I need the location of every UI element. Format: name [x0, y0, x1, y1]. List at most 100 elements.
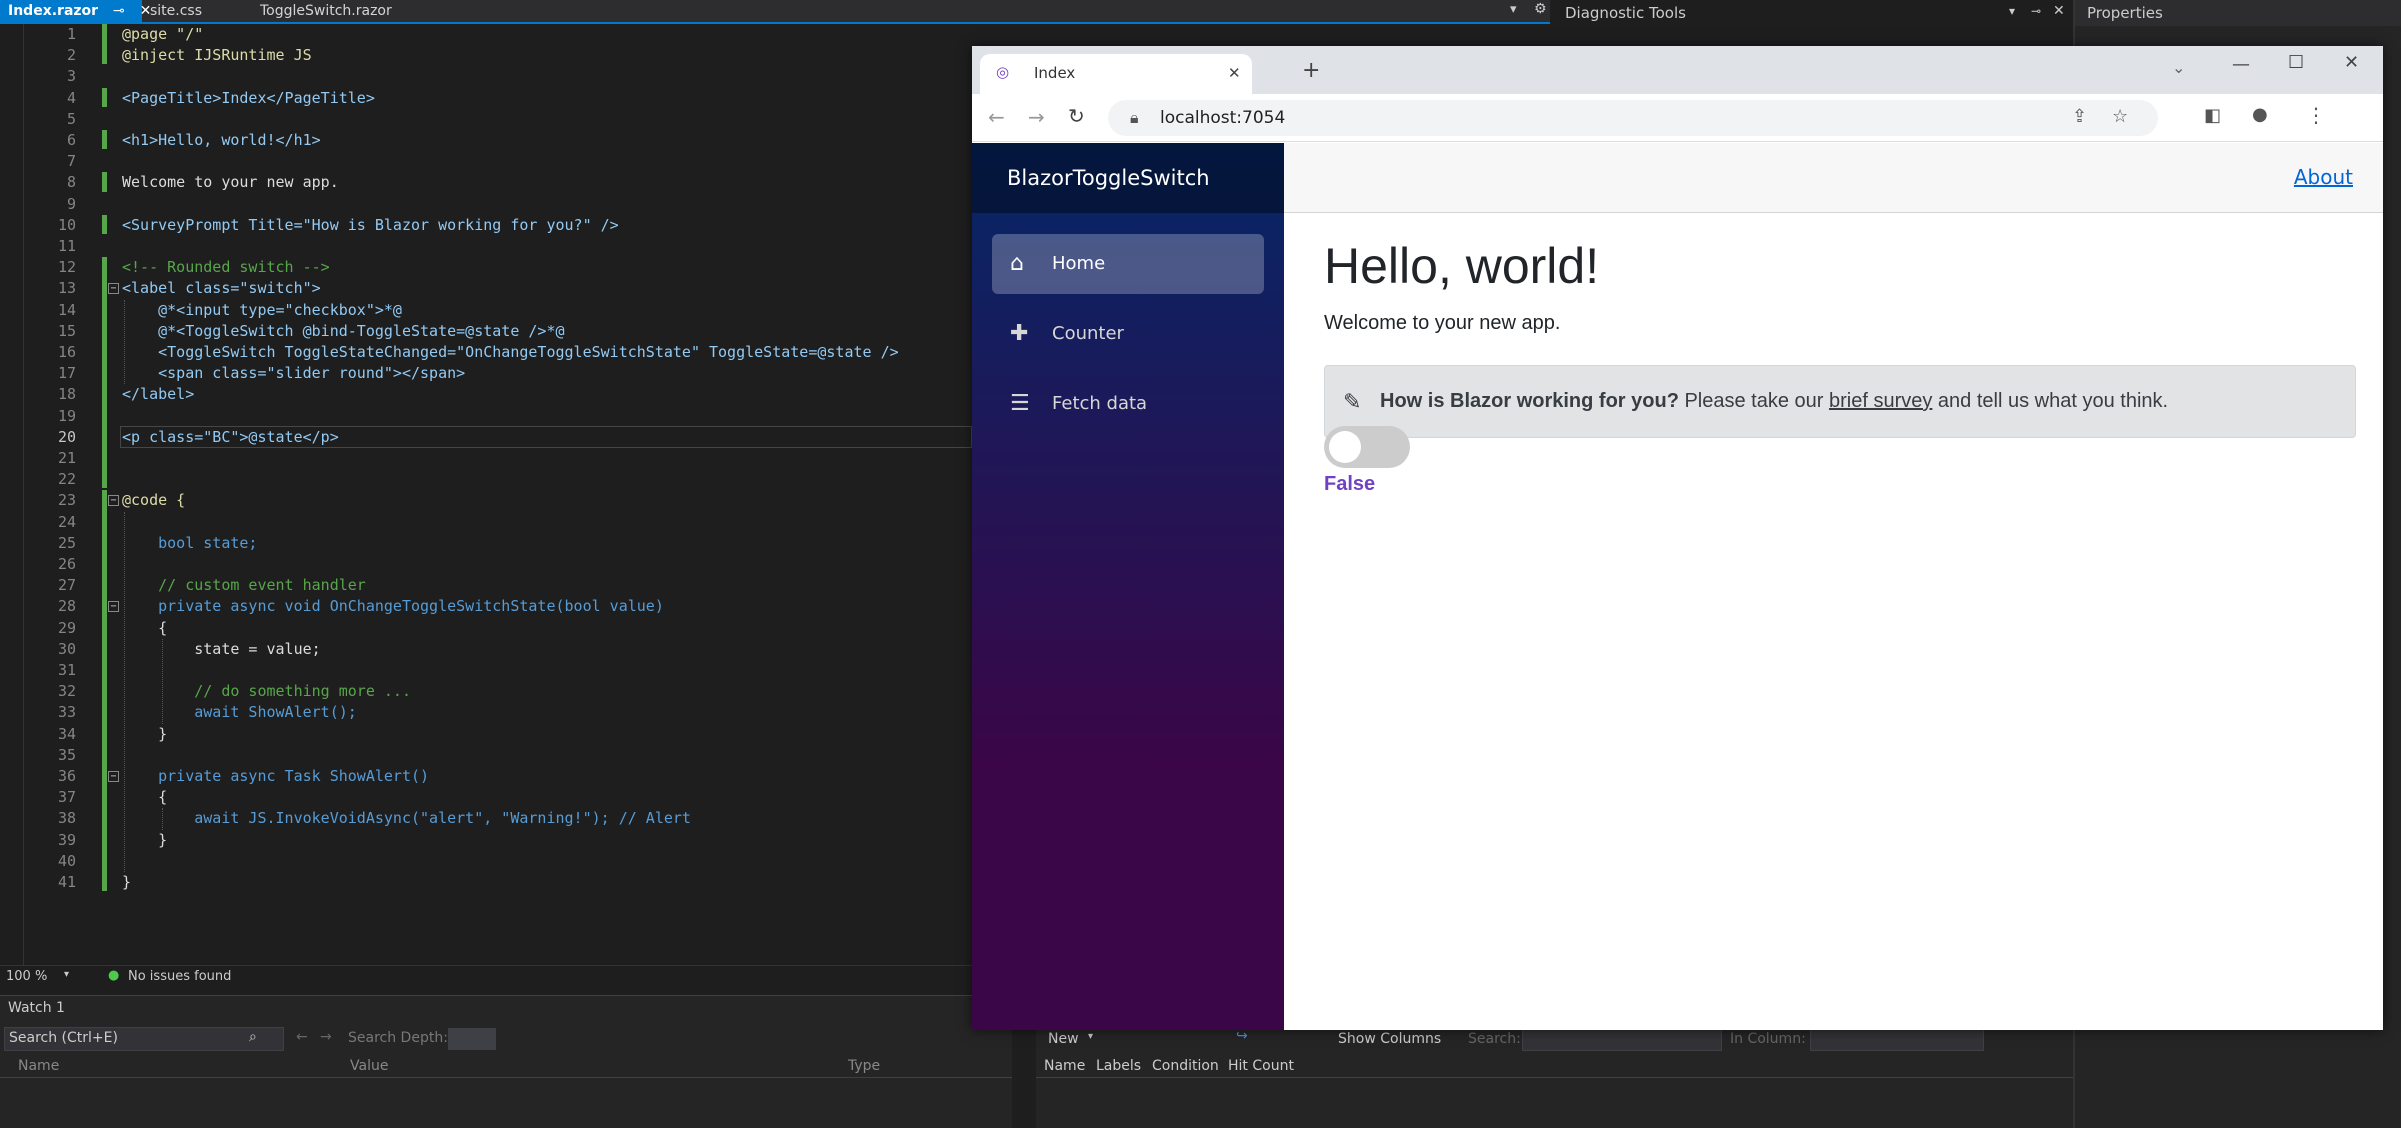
chevron-down-icon[interactable]: ⌄ — [2172, 58, 2185, 77]
line-number: 32 — [57, 682, 76, 701]
tab-title: Index — [1034, 64, 1076, 82]
back-arrow-icon[interactable]: ← — [988, 105, 1005, 129]
profile-icon[interactable]: ● — [2252, 104, 2268, 125]
editor-status-bar: 100 % ▾ ● No issues found — [0, 965, 972, 987]
maximize-icon[interactable]: ☐ — [2288, 52, 2304, 73]
change-indicator — [102, 214, 107, 234]
breakpoints-panel: New ▾ ↪ Show Columns Search: In Column: … — [1036, 1020, 2073, 1128]
forward-arrow-icon[interactable]: → — [1028, 105, 1045, 129]
indent-guide — [124, 299, 125, 385]
line-number: 41 — [57, 873, 76, 891]
home-icon: ⌂ — [1010, 251, 1024, 276]
app-sidebar: BlazorToggleSwitch ⌂ Home ✚ Counter ☰ Fe… — [972, 143, 1284, 1030]
nav-item-counter[interactable]: ✚ Counter — [992, 304, 1264, 364]
redo-icon[interactable]: ↪ — [1236, 1028, 1248, 1044]
back-arrow-icon[interactable]: ← — [296, 1029, 308, 1045]
tab-overflow-icon[interactable]: ▾ — [1510, 2, 1517, 17]
collapse-icon[interactable]: − — [108, 771, 119, 782]
code-line: // custom event handler — [122, 576, 366, 595]
in-column-label: In Column: — [1730, 1031, 1806, 1047]
line-number: 5 — [66, 109, 76, 128]
code-line: <SurveyPrompt Title="How is Blazor worki… — [122, 215, 619, 234]
line-number: 10 — [57, 215, 76, 234]
in-column-select[interactable] — [1810, 1029, 1984, 1051]
line-number: 11 — [57, 237, 76, 255]
close-window-icon[interactable]: ✕ — [2344, 52, 2359, 73]
indent-guide — [162, 638, 163, 724]
star-icon[interactable]: ☆ — [2112, 106, 2128, 127]
breakpoint-search-input[interactable] — [1522, 1029, 1722, 1051]
column-header[interactable]: Name — [1044, 1058, 1085, 1074]
lock-icon[interactable]: 🔒︎ — [1130, 108, 1139, 128]
collapse-icon[interactable]: − — [108, 495, 119, 507]
show-columns-button[interactable]: Show Columns — [1338, 1031, 1441, 1047]
toggle-switch[interactable] — [1324, 426, 1410, 468]
line-number: 29 — [57, 618, 76, 637]
column-header[interactable]: Labels — [1096, 1058, 1141, 1074]
new-tab-icon[interactable]: + — [1302, 58, 1320, 83]
share-icon[interactable]: ⇪ — [2072, 106, 2087, 127]
issues-status[interactable]: No issues found — [128, 969, 231, 984]
about-link[interactable]: About — [2294, 165, 2353, 189]
survey-link[interactable]: brief survey — [1829, 390, 1932, 412]
survey-text: and tell us what you think. — [1932, 390, 2169, 412]
line-number: 6 — [66, 131, 76, 149]
menu-dots-icon[interactable]: ⋮ — [2306, 103, 2326, 127]
state-text: False — [1324, 473, 1376, 495]
minimize-icon[interactable]: — — [2232, 54, 2250, 75]
code-line: private async void OnChangeToggleSwitchS… — [122, 597, 664, 616]
collapse-icon[interactable]: − — [108, 283, 119, 295]
survey-text: Please take our — [1678, 390, 1829, 412]
line-number: 21 — [57, 449, 76, 467]
change-indicator — [102, 490, 107, 892]
column-header[interactable]: Hit Count — [1228, 1058, 1294, 1074]
search-depth-select[interactable] — [448, 1028, 496, 1050]
pin-icon[interactable]: ⊸ — [2031, 4, 2041, 18]
zoom-level[interactable]: 100 % — [6, 969, 47, 984]
breakpoints-header: Name Labels Condition Hit Count — [1036, 1056, 2073, 1078]
code-line: <span class="slider round"></span> — [122, 364, 466, 383]
column-header[interactable]: Value — [350, 1058, 388, 1074]
address-bar[interactable]: 🔒︎ localhost:7054 ☆ ⇪ — [1108, 100, 2158, 136]
toggle-knob — [1329, 431, 1361, 463]
tab-toggleswitch-razor[interactable]: ToggleSwitch.razor — [252, 0, 442, 22]
code-line: @code { — [122, 491, 186, 510]
line-number: 9 — [66, 194, 76, 213]
tab-site-css[interactable]: site.css — [142, 0, 252, 22]
settings-icon[interactable]: ⚙ — [1534, 1, 1547, 17]
column-header[interactable]: Name — [18, 1058, 59, 1074]
code-line: <ToggleSwitch ToggleStateChanged="OnChan… — [122, 343, 899, 361]
url-text: localhost:7054 — [1160, 108, 1286, 128]
search-icon[interactable]: ⌕ — [249, 1029, 257, 1045]
code-line: } — [122, 830, 168, 849]
editor-margin — [0, 24, 24, 965]
chevron-down-icon[interactable]: ▾ — [1088, 1031, 1093, 1042]
chevron-down-icon[interactable]: ▾ — [2009, 4, 2015, 18]
reload-icon[interactable]: ↻ — [1068, 104, 1085, 128]
line-number: 36 — [57, 767, 76, 785]
line-number: 33 — [57, 703, 76, 722]
close-tab-icon[interactable]: ✕ — [1228, 64, 1241, 82]
side-panel-icon[interactable]: ◧ — [2204, 105, 2221, 126]
browser-tab-index[interactable]: ◎ Index ✕ — [980, 54, 1252, 94]
change-indicator — [102, 87, 107, 107]
line-number: 31 — [57, 661, 76, 679]
collapse-icon[interactable]: − — [108, 601, 119, 613]
survey-prompt: ✎ How is Blazor working for you? Please t… — [1324, 365, 2356, 438]
tab-index-razor[interactable]: Index.razor ⊸ ✕ — [0, 0, 151, 22]
code-editor[interactable]: 1 @page "/" 2 @inject IJSRuntime JS 3 4 <PageT… — [0, 24, 972, 965]
pin-icon[interactable]: ⊸ — [113, 3, 125, 19]
column-header[interactable]: Type — [848, 1058, 880, 1074]
nav-item-fetch-data[interactable]: ☰ Fetch data — [992, 374, 1264, 434]
column-header[interactable]: Condition — [1152, 1058, 1219, 1074]
line-number: 3 — [66, 67, 76, 86]
app-brand[interactable]: BlazorToggleSwitch — [972, 143, 1284, 213]
list-icon: ☰ — [1010, 391, 1030, 416]
new-breakpoint-button[interactable]: New — [1048, 1031, 1079, 1047]
close-icon[interactable]: ✕ — [2053, 3, 2065, 19]
forward-arrow-icon[interactable]: → — [320, 1029, 332, 1045]
chevron-down-icon[interactable]: ▾ — [64, 969, 69, 980]
browser-window: ◎ Index ✕ + ⌄ — ☐ ✕ ← → ↻ 🔒︎ localhost:7… — [972, 46, 2383, 1030]
nav-item-home[interactable]: ⌂ Home — [992, 234, 1264, 294]
watch-search-input[interactable]: Search (Ctrl+E) ⌕ — [4, 1027, 284, 1051]
